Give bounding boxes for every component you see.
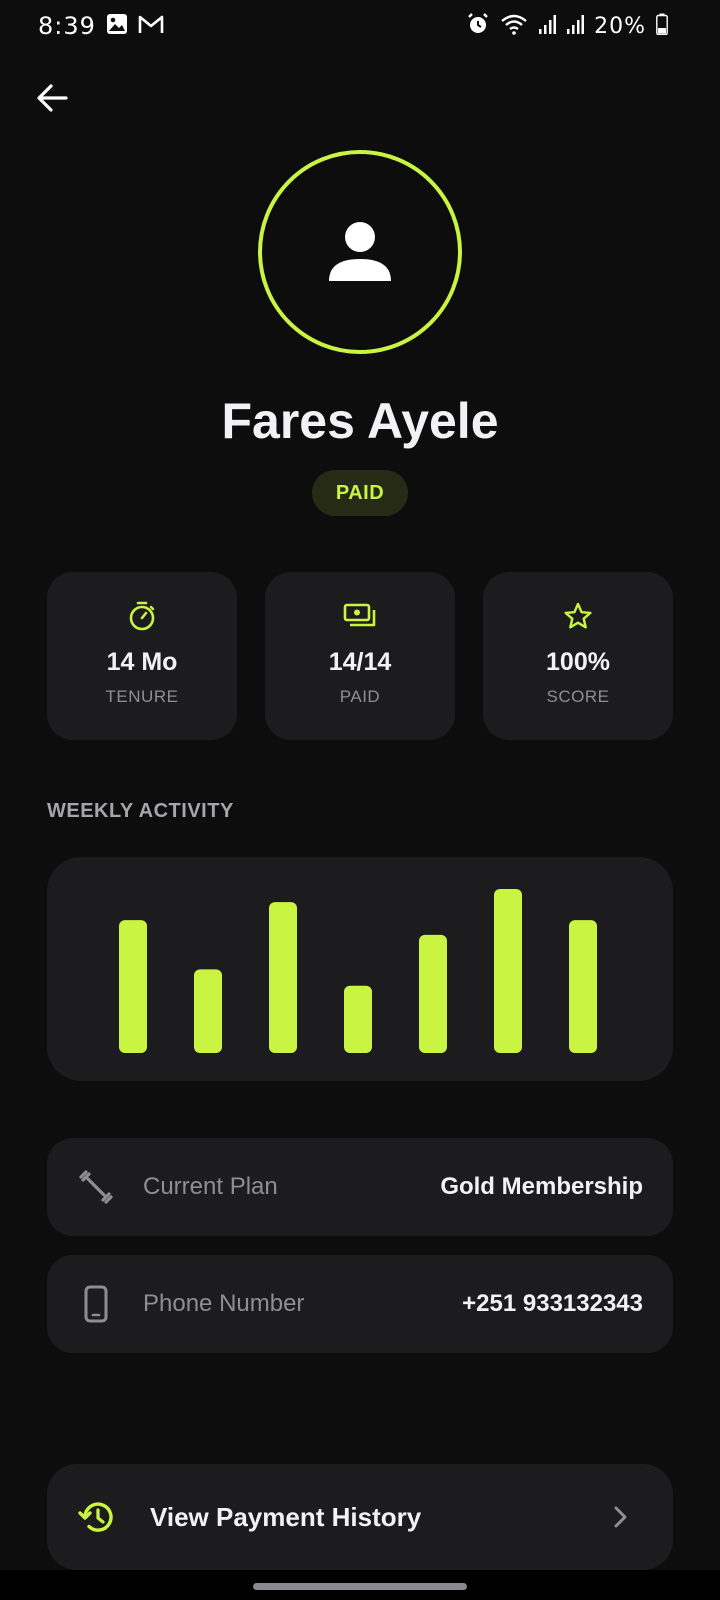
stat-value: 14 Mo [106,648,178,676]
activity-bars [119,889,597,1053]
payments-icon [343,600,377,632]
person-icon [329,222,391,281]
phone-icon [77,1285,115,1323]
stats-row: 14 Mo TENURE 14/14 PAID 100% SCORE [47,572,673,740]
status-bar-right: 20% [466,12,668,41]
signal-icon [538,13,557,40]
info-row-current-plan[interactable]: Current Plan Gold Membership [47,1138,673,1236]
status-badge-label: PAID [335,481,385,504]
star-icon [563,600,593,632]
stat-value: 14/14 [328,648,392,676]
gallery-icon [106,13,128,40]
profile-name: Fares Ayele [221,393,499,449]
activity-bar [119,920,147,1053]
activity-bar [269,902,297,1053]
home-indicator[interactable] [253,1583,467,1590]
stat-label: TENURE [105,687,179,706]
view-payment-history-label: View Payment History [150,1502,422,1532]
timer-icon [128,600,156,632]
status-time: 8:39 [38,12,96,40]
stat-label: PAID [339,687,381,706]
activity-bar [569,920,597,1053]
back-button[interactable] [30,76,74,120]
stat-value: 100% [546,648,610,676]
stat-card-paid: 14/14 PAID [265,572,455,740]
activity-bar [194,969,222,1053]
battery-percent: 20% [594,13,646,39]
avatar [258,150,462,354]
history-icon [77,1497,117,1537]
activity-bar [419,934,447,1053]
stat-label: SCORE [546,687,610,706]
chevron-right-icon [605,1502,635,1532]
alarm-icon [466,12,490,41]
activity-bar [344,985,372,1053]
view-payment-history-button[interactable]: View Payment History [47,1464,673,1570]
info-value: +251 933132343 [462,1290,643,1317]
section-title-weekly-activity: WEEKLY ACTIVITY [47,800,234,822]
info-row-phone-number[interactable]: Phone Number +251 933132343 [47,1255,673,1353]
stat-card-score: 100% SCORE [483,572,673,740]
arrow-left-icon [37,84,68,112]
activity-bar [494,889,522,1053]
gmail-icon [138,13,164,40]
status-bar: 8:39 20% [0,0,720,52]
status-badge: PAID [312,470,408,516]
info-label: Phone Number [143,1290,305,1317]
stat-card-tenure: 14 Mo TENURE [47,572,237,740]
fitness-icon [77,1168,115,1206]
signal-icon [566,13,585,40]
wifi-icon [500,12,528,41]
battery-icon [656,13,668,40]
weekly-activity-chart [47,857,673,1081]
status-bar-left: 8:39 [38,12,164,40]
info-label: Current Plan [143,1173,278,1200]
info-value: Gold Membership [440,1173,643,1200]
